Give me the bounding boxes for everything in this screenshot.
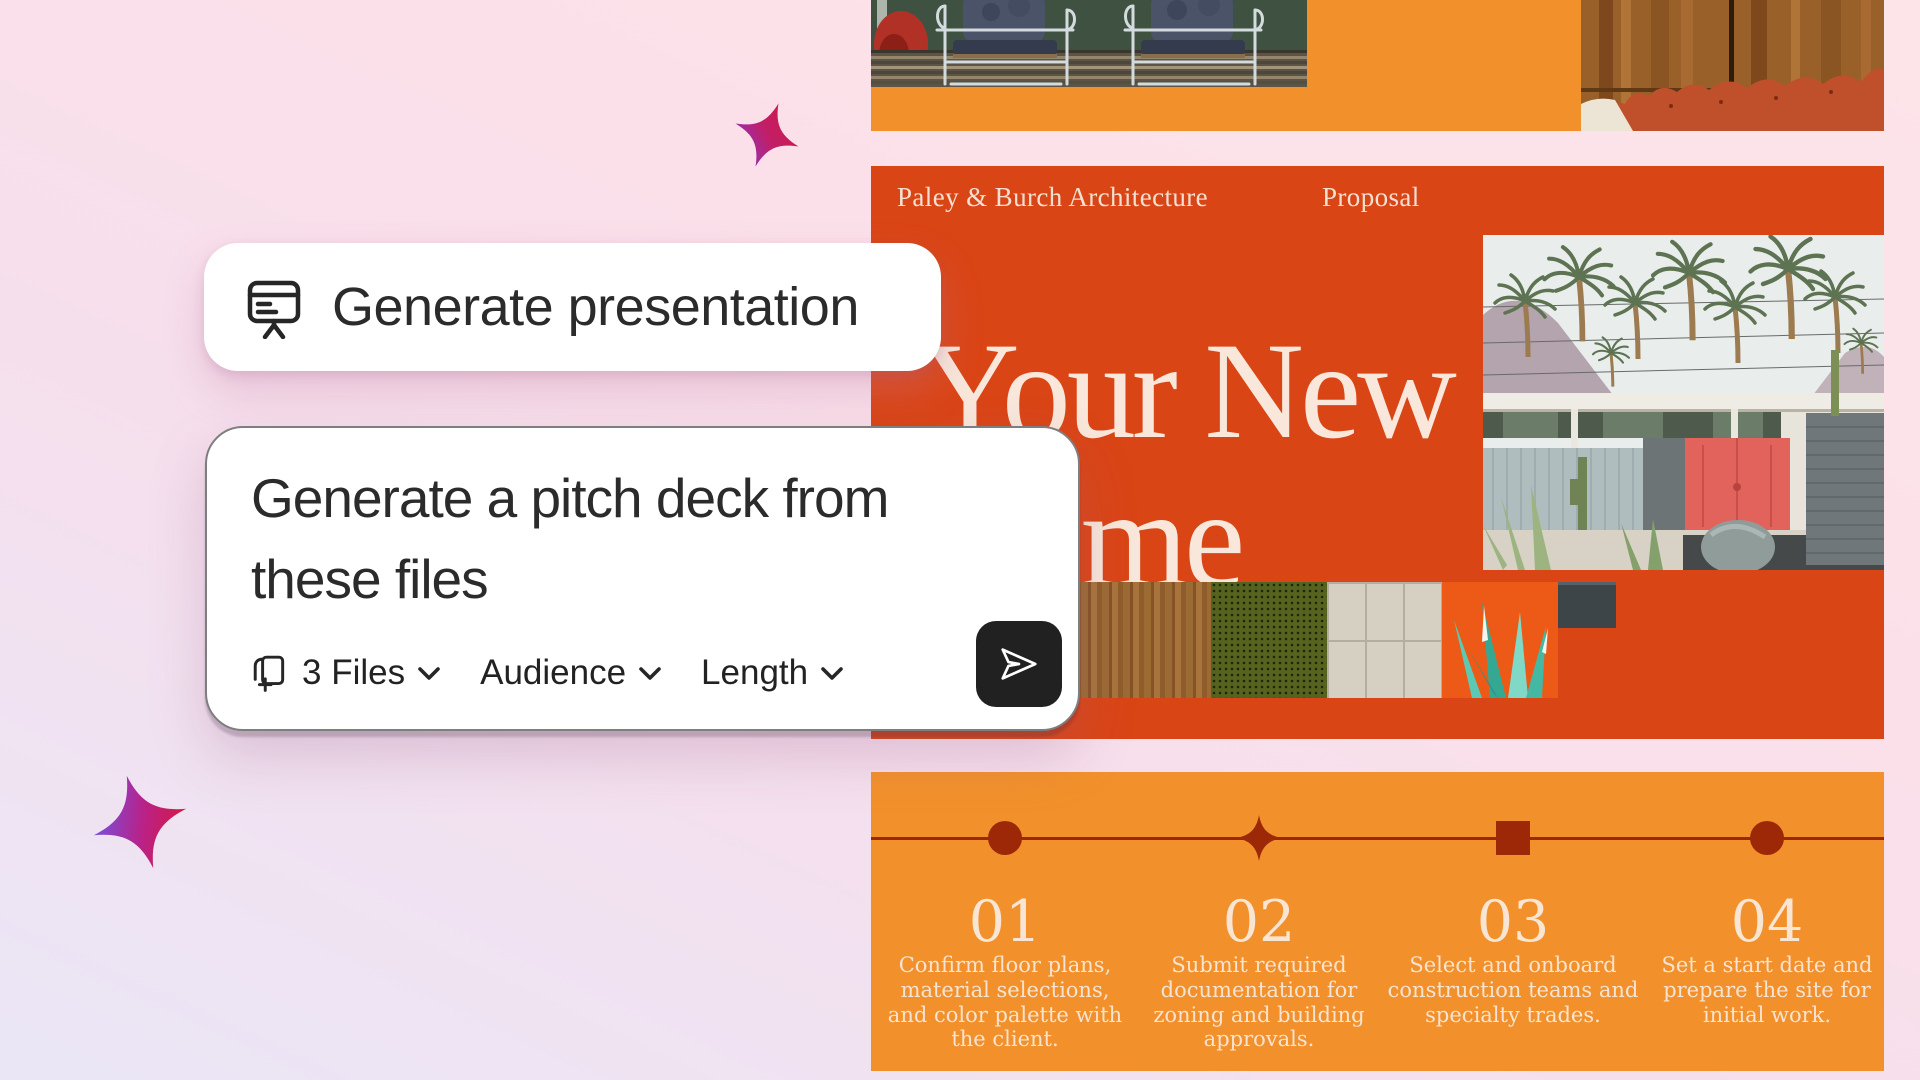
prompt-text-line1: Generate a pitch deck from xyxy=(251,458,888,539)
prompt-text: Generate a pitch deck from these files xyxy=(251,458,888,621)
timeline-marker-circle-1 xyxy=(988,821,1022,855)
timeline-step-text: Select and onboard construction teams an… xyxy=(1387,953,1639,1027)
timeline-step-number: 01 xyxy=(879,889,1131,955)
agave-art xyxy=(1442,582,1558,698)
sparkle-icon xyxy=(732,100,802,170)
timeline-step-number: 02 xyxy=(1133,889,1385,955)
chevron-down-icon xyxy=(639,666,661,681)
material-swatch-green-fabric xyxy=(1211,582,1327,698)
timeline-axis xyxy=(871,837,1884,840)
add-files-icon xyxy=(251,654,289,692)
timeline-step-text: Set a start date and prepare the site fo… xyxy=(1641,953,1893,1027)
timeline-marker-circle-4 xyxy=(1750,821,1784,855)
house-exterior-photo-art xyxy=(1483,235,1884,570)
audience-dropdown-label: Audience xyxy=(480,653,626,693)
length-dropdown-label: Length xyxy=(701,653,808,693)
files-dropdown[interactable]: 3 Files xyxy=(251,653,440,693)
timeline-marker-star-2 xyxy=(1236,815,1282,861)
prompt-text-line2: these files xyxy=(251,539,888,620)
hero-canvas: Paley & Burch Architecture Proposal Your… xyxy=(0,0,1920,1080)
chevron-down-icon xyxy=(821,666,843,681)
audience-dropdown[interactable]: Audience xyxy=(480,653,661,693)
slide-previous-thumbnail xyxy=(871,0,1884,131)
length-dropdown[interactable]: Length xyxy=(701,653,843,693)
timeline-step-text: Confirm floor plans, material selections… xyxy=(879,953,1131,1052)
timeline-marker-square-3 xyxy=(1496,821,1530,855)
slide-brand-text: Paley & Burch Architecture xyxy=(897,182,1208,213)
slide-next-timeline: 01 02 03 04 Confirm floor plans, materia… xyxy=(871,772,1884,1071)
wood-cabinet-sofa-photo-art xyxy=(1581,0,1884,131)
material-swatch-stone xyxy=(1558,582,1616,628)
interior-chairs-photo xyxy=(871,0,1307,87)
material-swatch-agave-photo xyxy=(1442,582,1558,698)
material-swatch-tile-panel xyxy=(1327,582,1442,698)
generate-presentation-label: Generate presentation xyxy=(332,276,859,338)
prompt-card[interactable]: Generate a pitch deck from these files 3… xyxy=(205,426,1080,731)
send-icon xyxy=(996,641,1042,687)
interior-chairs-photo-art xyxy=(871,0,1307,87)
timeline-step-text: Submit required documentation for zoning… xyxy=(1133,953,1385,1052)
chevron-down-icon xyxy=(418,666,440,681)
presentation-board-icon xyxy=(242,275,306,339)
generate-presentation-chip[interactable]: Generate presentation xyxy=(204,243,941,371)
send-button[interactable] xyxy=(976,621,1062,707)
files-dropdown-label: 3 Files xyxy=(302,653,405,693)
prompt-controls: 3 Files Audience Length xyxy=(251,653,843,693)
timeline-step-number: 04 xyxy=(1641,889,1893,955)
house-exterior-photo xyxy=(1483,235,1884,570)
wood-cabinet-sofa-photo xyxy=(1581,0,1884,131)
slide-doc-label: Proposal xyxy=(1322,182,1420,213)
sparkle-icon xyxy=(90,772,190,872)
timeline-step-number: 03 xyxy=(1387,889,1639,955)
